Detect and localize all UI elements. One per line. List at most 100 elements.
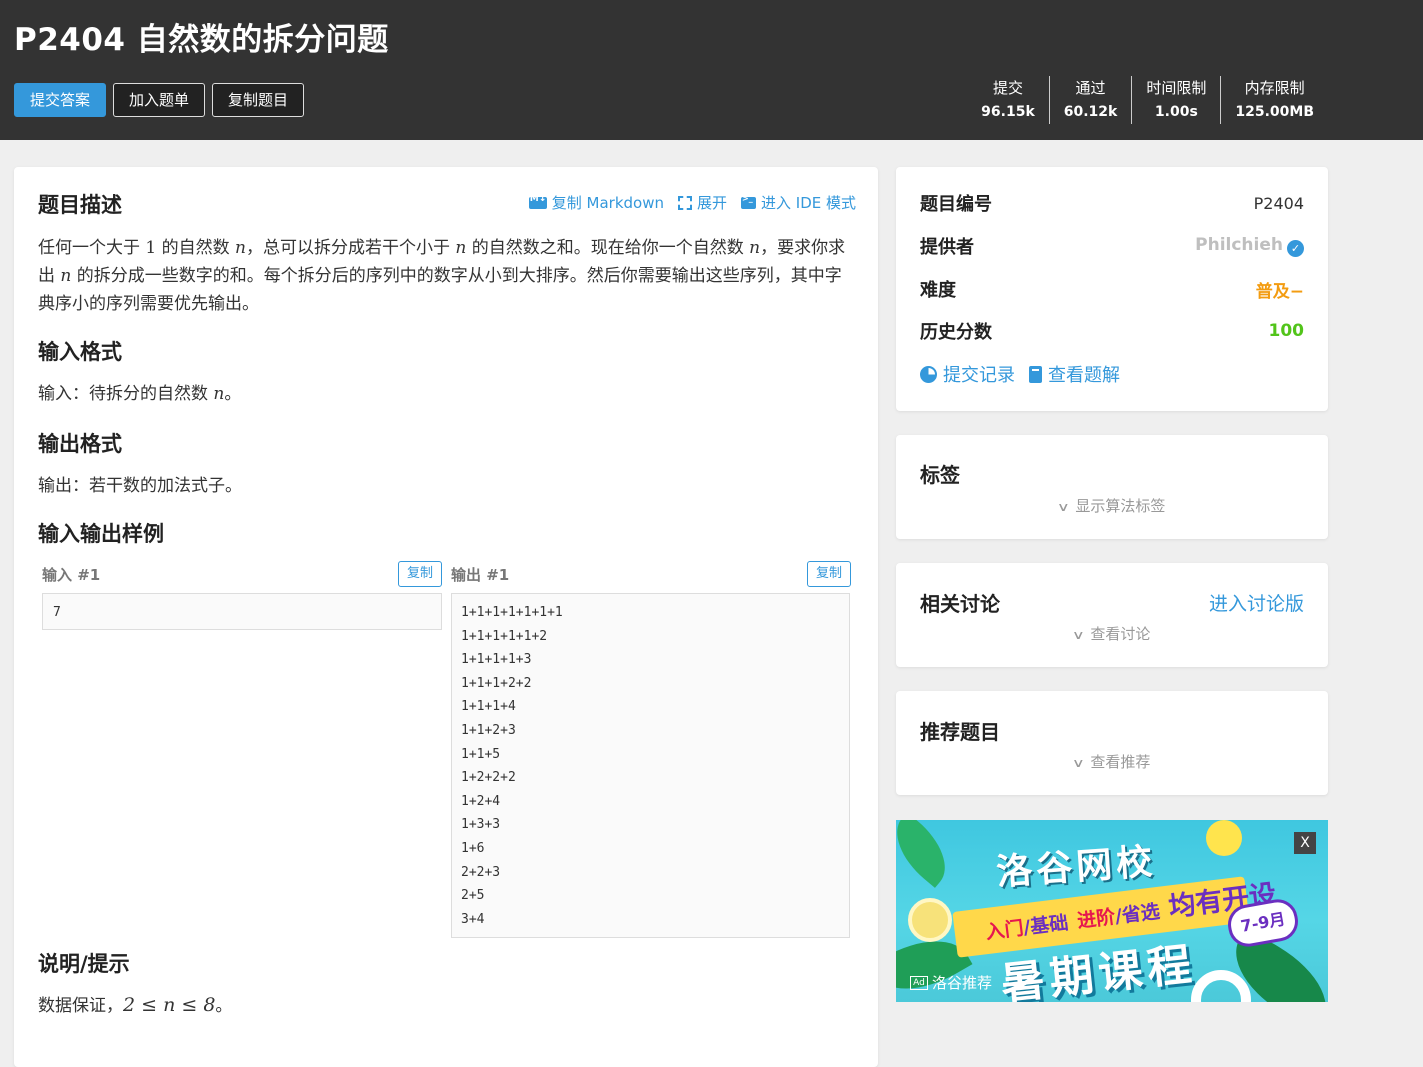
close-ad-button[interactable]: X — [1294, 832, 1316, 854]
hint-heading: 说明/提示 — [38, 952, 130, 976]
copy-markdown-button[interactable]: 复制 Markdown — [528, 192, 664, 213]
stat-value: 60.12k — [1063, 104, 1118, 120]
text-fragment: 任何一个大于 — [38, 238, 140, 258]
ide-mode-label: 进入 IDE 模式 — [761, 194, 856, 212]
stat-label: 通过 — [1075, 79, 1106, 97]
sun-decoration — [1206, 820, 1242, 856]
samples-heading: 输入输出样例 — [38, 522, 164, 546]
text-fragment: 的自然数 — [161, 238, 230, 258]
verified-icon: ✓ — [1287, 240, 1304, 257]
sample-output-label: 输出 #1 — [451, 566, 510, 584]
input-format-text: 输入：待拆分的自然数 n。 — [38, 380, 856, 408]
problem-info-card: 题目编号 P2404 提供者 Philchieh ✓ 难度 普及− 历史分数 10… — [896, 167, 1328, 411]
ad-badge-icon: Ad — [910, 975, 928, 990]
ad-level-a2: /基础 — [1022, 911, 1070, 940]
info-row-provider: 提供者 Philchieh ✓ — [920, 231, 1304, 261]
submit-answer-button[interactable]: 提交答案 — [14, 83, 107, 117]
sample-output-line: 1+1+1+1+1+2 — [461, 628, 548, 644]
difficulty-value: 普及− — [1255, 281, 1304, 302]
expand-button[interactable]: 展开 — [677, 192, 727, 213]
text-fragment: 输入：待拆分的自然数 — [38, 384, 208, 404]
view-solutions-link[interactable]: 查看题解 — [1029, 361, 1120, 387]
math-inline: n — [749, 238, 761, 258]
sample-input-line: 7 — [53, 605, 61, 620]
sample-output-line: 3+4 — [461, 911, 485, 927]
show-discussion-toggle[interactable]: ∨ 查看讨论 — [896, 623, 1328, 644]
copy-output-button[interactable]: 复制 — [807, 561, 851, 587]
info-row-score: 历史分数 100 — [920, 316, 1304, 346]
ad-level-a1: 入门 — [984, 917, 1025, 944]
action-buttons: 提交答案 加入题单 复制题目 — [14, 83, 305, 117]
text-fragment: 。 — [215, 996, 233, 1016]
provider-link[interactable]: Philchieh ✓ — [1195, 235, 1304, 257]
input-format-heading: 输入格式 — [38, 340, 122, 364]
toggle-label: 查看讨论 — [1090, 625, 1151, 643]
problem-id-value: P2404 — [1253, 193, 1304, 213]
info-links: 提交记录 查看题解 — [920, 361, 1120, 387]
stat-value: 125.00MB — [1235, 104, 1314, 120]
stat-time-limit: 时间限制 1.00s — [1131, 76, 1220, 124]
discussion-title: 相关讨论 — [920, 592, 1000, 616]
provider-name: Philchieh — [1195, 235, 1283, 255]
text-fragment: 的拆分成一些数字的和。每个拆分后的序列中的数字从小到大排序。然后你需要输出这些序… — [38, 266, 842, 314]
info-row-id: 题目编号 P2404 — [920, 188, 1304, 218]
stat-label: 内存限制 — [1244, 79, 1305, 97]
sample-output-lines: 1+1+1+1+1+1+1 1+1+1+1+1+2 1+1+1+1+3 1+1+1+2… — [461, 601, 840, 931]
submission-records-link[interactable]: 提交记录 — [920, 361, 1015, 387]
show-recommend-toggle[interactable]: ∨ 查看推荐 — [896, 751, 1328, 772]
info-key: 难度 — [920, 280, 956, 301]
text-fragment: 的自然数之和。现在给你一个自然数 — [471, 238, 744, 258]
problem-ops: 复制 Markdown 展开 进入 IDE 模式 — [528, 192, 856, 213]
sample-input-label: 输入 #1 — [42, 566, 101, 584]
stat-value: 96.15k — [981, 104, 1035, 120]
description-text: 任何一个大于 1 的自然数 n，总可以拆分成若干个小于 n 的自然数之和。现在给… — [38, 234, 856, 318]
terminal-icon — [741, 194, 756, 209]
book-icon — [1029, 365, 1042, 383]
sample-output-line: 1+1+1+2+2 — [461, 675, 532, 691]
score-value: 100 — [1268, 321, 1305, 341]
info-key: 提供者 — [920, 237, 974, 258]
markdown-icon — [528, 194, 547, 209]
tags-card: 标签 ∨ 显示算法标签 — [896, 435, 1328, 539]
sample-output-line: 1+1+1+4 — [461, 699, 516, 715]
tags-title: 标签 — [920, 463, 960, 487]
info-row-difficulty: 难度 普及− — [920, 274, 1304, 304]
sample-output-line: 2+2+3 — [461, 864, 501, 880]
sample-output-line: 1+3+3 — [461, 817, 501, 833]
math-inline: 1 — [145, 238, 157, 258]
info-key: 历史分数 — [920, 322, 992, 343]
math-inline: n — [60, 266, 72, 286]
description-heading: 题目描述 — [38, 193, 122, 217]
sample-output-line: 1+6 — [461, 840, 485, 856]
show-tags-toggle[interactable]: ∨ 显示算法标签 — [896, 495, 1328, 516]
sample-input-lines: 7 — [53, 601, 431, 625]
records-label: 提交记录 — [943, 365, 1015, 386]
stat-label: 提交 — [992, 79, 1023, 97]
add-to-list-button[interactable]: 加入题单 — [113, 83, 206, 117]
sample-input-box: 7 — [42, 593, 442, 630]
math-inline: 2 ≤ n ≤ 8 — [123, 994, 216, 1016]
copy-input-button[interactable]: 复制 — [398, 561, 442, 587]
sample-output-line: 1+1+2+3 — [461, 722, 516, 738]
sample-output-box: 1+1+1+1+1+1+1 1+1+1+1+1+2 1+1+1+1+3 1+1+1+2… — [451, 593, 850, 938]
recommend-title: 推荐题目 — [920, 720, 1000, 744]
chevron-down-icon: ∨ — [1056, 500, 1070, 514]
enter-forum-link[interactable]: 进入讨论版 — [1209, 589, 1304, 616]
ad-banner[interactable]: 洛谷网校 入门/基础 进阶/省选 均有开设 7-9月 暑期课程 Ad 洛谷推荐 X — [896, 820, 1328, 1002]
sample-output-line: 1+1+5 — [461, 746, 501, 762]
ide-mode-button[interactable]: 进入 IDE 模式 — [741, 192, 856, 213]
ad-level-b2: /省选 — [1113, 900, 1162, 928]
output-format-text: 输出：若干数的加法式子。 — [38, 476, 242, 496]
sample-output-line: 2+5 — [461, 888, 485, 904]
sample-output-line: 1+2+4 — [461, 793, 501, 809]
stat-submissions: 提交 96.15k — [967, 76, 1049, 124]
math-inline: n — [235, 238, 246, 258]
problem-title: P2404 自然数的拆分问题 — [14, 22, 389, 58]
pie-chart-icon — [920, 365, 937, 383]
ad-tag: Ad 洛谷推荐 — [910, 972, 992, 993]
copy-problem-button[interactable]: 复制题目 — [212, 83, 305, 117]
output-format-heading: 输出格式 — [38, 432, 122, 456]
stat-memory-limit: 内存限制 125.00MB — [1220, 76, 1328, 124]
sample-output-line: 1+1+1+1+1+1+1 — [461, 605, 563, 620]
toggle-label: 查看推荐 — [1090, 753, 1151, 771]
